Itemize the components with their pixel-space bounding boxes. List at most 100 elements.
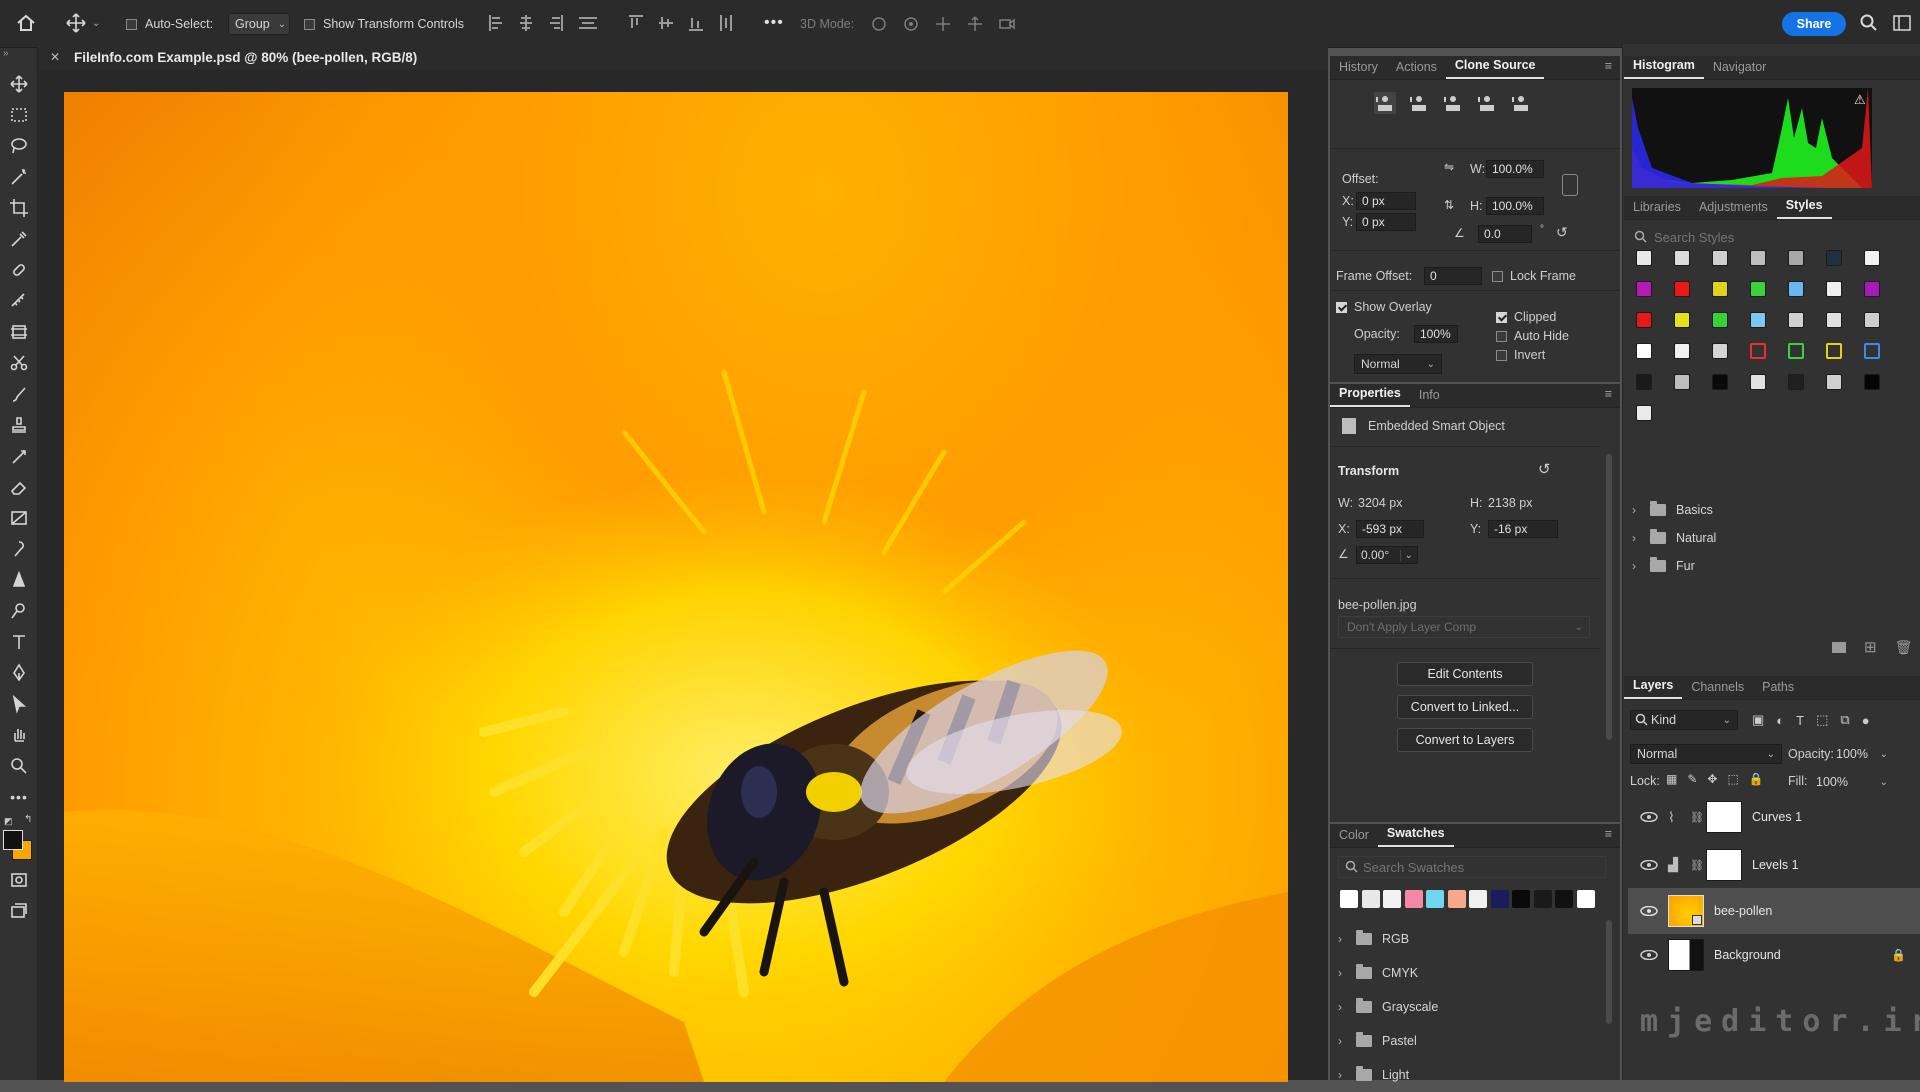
fill-field[interactable]: 100% ⌄ (1810, 772, 1888, 792)
swap-colors-icon[interactable]: ↰ (24, 814, 32, 825)
type-icon[interactable] (0, 626, 38, 657)
filter-toggle-icon[interactable]: ● (1862, 713, 1870, 728)
style-preset[interactable] (1674, 343, 1690, 359)
tab-actions[interactable]: Actions (1387, 60, 1446, 79)
tab-styles[interactable]: Styles (1776, 198, 1832, 219)
link-icon[interactable] (1562, 174, 1578, 196)
3d-pan-icon[interactable] (934, 15, 952, 33)
swatch-chip[interactable] (1576, 890, 1595, 908)
swatch-chip[interactable] (1555, 890, 1573, 908)
smart-object-thumbnail[interactable] (1668, 895, 1704, 927)
tab-channels[interactable]: Channels (1682, 680, 1753, 699)
style-preset[interactable] (1750, 281, 1766, 297)
lock-transparent-icon[interactable]: ▦ (1666, 772, 1677, 786)
properties-scrollbar[interactable] (1606, 454, 1612, 740)
tab-adjustments[interactable]: Adjustments (1690, 200, 1777, 219)
move-icon[interactable] (0, 68, 38, 99)
3d-roll-icon[interactable] (902, 15, 920, 33)
lock-position-icon[interactable]: ✥ (1707, 772, 1717, 786)
search-icon[interactable] (1860, 14, 1878, 35)
document-tab[interactable]: FileInfo.com Example.psd @ 80% (bee-poll… (68, 46, 444, 69)
align-right-icon[interactable] (548, 14, 564, 32)
visibility-eye-icon[interactable] (1640, 860, 1658, 870)
sharpen-icon[interactable] (0, 564, 38, 595)
show-transform-checkbox[interactable] (304, 18, 315, 30)
style-preset[interactable] (1750, 250, 1766, 266)
layer-comp-dropdown[interactable]: Don't Apply Layer Comp ⌄ (1338, 616, 1590, 638)
invert-checkbox[interactable] (1496, 349, 1507, 361)
document-canvas[interactable] (64, 92, 1288, 1082)
chain-link-icon[interactable]: ⛓ (1690, 811, 1704, 824)
new-style-icon[interactable]: ⊞ (1864, 638, 1877, 656)
lock-all-icon[interactable]: 🔒 (1749, 772, 1764, 786)
frame-offset-field[interactable]: 0 (1424, 267, 1482, 285)
style-preset[interactable] (1864, 343, 1880, 359)
search-styles-input[interactable] (1654, 229, 1894, 245)
style-preset[interactable] (1712, 281, 1728, 297)
flip-horizontal-icon[interactable]: ⇋ (1444, 160, 1454, 174)
style-preset[interactable] (1788, 374, 1804, 390)
swatch-group-row[interactable]: › RGB (1330, 922, 1600, 956)
chevron-right-icon[interactable]: › (1632, 531, 1642, 545)
style-preset[interactable] (1788, 281, 1804, 297)
style-group-row[interactable]: › Basics (1624, 496, 1920, 524)
lasso-icon[interactable] (0, 130, 38, 161)
layer-opacity-field[interactable]: 100% ⌄ (1836, 744, 1888, 764)
clone-source-5-icon[interactable] (1510, 92, 1532, 114)
rotate-field[interactable]: 0.0 (1478, 225, 1532, 243)
swatch-group-row[interactable]: › CMYK (1330, 956, 1600, 990)
home-icon[interactable] (16, 14, 36, 32)
scale-h-field[interactable]: 100.0% (1486, 197, 1544, 215)
style-group-row[interactable]: › Natural (1624, 524, 1920, 552)
hand-icon[interactable] (0, 719, 38, 750)
filter-adjustment-icon[interactable]: ◐ (1776, 713, 1784, 728)
panel-menu-icon[interactable]: ≡ (1605, 387, 1620, 407)
tab-swatches[interactable]: Swatches (1377, 826, 1454, 847)
tab-libraries[interactable]: Libraries (1624, 200, 1690, 219)
lock-frame-checkbox[interactable] (1492, 270, 1503, 282)
layer-name[interactable]: bee-pollen (1714, 904, 1772, 918)
style-preset[interactable] (1750, 374, 1766, 390)
edit-contents-button[interactable]: Edit Contents (1397, 662, 1533, 686)
convert-to-layers-button[interactable]: Convert to Layers (1397, 728, 1533, 752)
angle-dropdown[interactable]: 0.00° ⌄ (1356, 546, 1418, 564)
style-preset[interactable] (1636, 343, 1652, 359)
style-preset[interactable] (1712, 250, 1728, 266)
background-thumbnail[interactable] (1668, 939, 1704, 971)
style-preset[interactable] (1636, 405, 1652, 421)
align-center-icon[interactable] (518, 14, 534, 32)
filter-type-icon[interactable]: T (1796, 713, 1804, 728)
new-group-icon[interactable] (1832, 641, 1846, 653)
swatch-chip[interactable] (1361, 890, 1380, 908)
style-preset[interactable] (1826, 343, 1842, 359)
style-preset[interactable] (1826, 250, 1842, 266)
foreground-color-chip[interactable] (3, 830, 23, 850)
brush-icon[interactable] (0, 378, 38, 409)
offset-x-field[interactable]: 0 px (1356, 192, 1416, 210)
tab-clone-source[interactable]: Clone Source (1445, 58, 1545, 79)
scale-w-field[interactable]: 100.0% (1486, 160, 1544, 178)
visibility-eye-icon[interactable] (1640, 812, 1658, 822)
swatch-chip[interactable] (1469, 890, 1487, 908)
chevron-right-icon[interactable]: › (1338, 932, 1348, 946)
chevron-down-icon[interactable]: ⌄ (92, 18, 100, 29)
auto-hide-checkbox[interactable] (1496, 330, 1507, 342)
3d-orbit-icon[interactable] (870, 15, 888, 33)
swatch-chip[interactable] (1340, 890, 1358, 908)
clone-source-1-icon[interactable] (1374, 92, 1396, 114)
eraser-icon[interactable] (0, 471, 38, 502)
default-colors-icon[interactable]: ◩ (4, 816, 13, 827)
swatch-group-row[interactable]: › Pastel (1330, 1024, 1600, 1058)
style-preset[interactable] (1788, 250, 1804, 266)
chevron-right-icon[interactable]: › (1632, 559, 1642, 573)
chevron-right-icon[interactable]: › (1338, 1000, 1348, 1014)
style-preset[interactable] (1712, 312, 1728, 328)
history-brush-icon[interactable] (0, 440, 38, 471)
tab-histogram[interactable]: Histogram (1624, 58, 1704, 79)
filter-smart-object-icon[interactable]: ⧉ (1840, 712, 1849, 728)
style-preset[interactable] (1636, 374, 1652, 390)
clone-source-2-icon[interactable] (1408, 92, 1430, 114)
auto-select-checkbox[interactable] (126, 18, 137, 30)
style-preset[interactable] (1674, 281, 1690, 297)
clone-stamp-icon[interactable] (0, 409, 38, 440)
